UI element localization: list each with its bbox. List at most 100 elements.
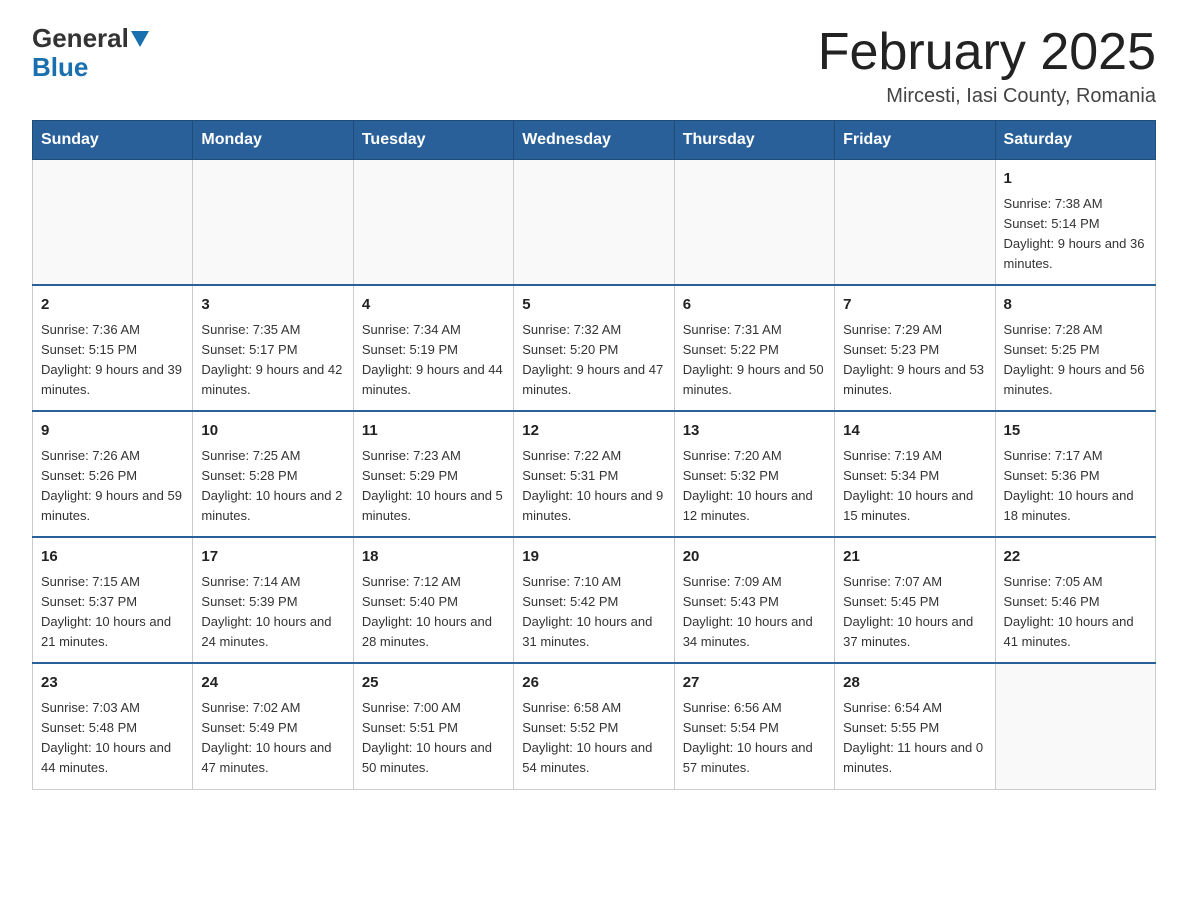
day-info: Sunrise: 7:23 AM Sunset: 5:29 PM Dayligh…	[362, 446, 505, 527]
day-number: 26	[522, 672, 665, 695]
logo-blue-text: Blue	[32, 52, 88, 82]
table-row	[674, 160, 834, 286]
table-row: 24Sunrise: 7:02 AM Sunset: 5:49 PM Dayli…	[193, 663, 353, 789]
day-info: Sunrise: 7:20 AM Sunset: 5:32 PM Dayligh…	[683, 446, 826, 527]
day-number: 17	[201, 546, 344, 569]
day-info: Sunrise: 7:38 AM Sunset: 5:14 PM Dayligh…	[1004, 194, 1147, 275]
header-thursday: Thursday	[674, 121, 834, 160]
day-info: Sunrise: 7:10 AM Sunset: 5:42 PM Dayligh…	[522, 572, 665, 653]
day-number: 23	[41, 672, 184, 695]
calendar-week-row: 23 Sunrise: 7:03 AM Sunset: 5:48 PM Dayli…	[33, 663, 1156, 789]
header-wednesday: Wednesday	[514, 121, 674, 160]
logo-triangle-icon	[129, 27, 151, 49]
table-row: 17 Sunrise: 7:14 AM Sunset: 5:39 PM Dayli…	[193, 537, 353, 663]
calendar-week-row: 16 Sunrise: 7:15 AM Sunset: 5:37 PM Dayli…	[33, 537, 1156, 663]
table-row: 21 Sunrise: 7:07 AM Sunset: 5:45 PM Dayli…	[835, 537, 995, 663]
table-row: 2 Sunrise: 7:36 AM Sunset: 5:15 PM Daylig…	[33, 285, 193, 411]
day-number: 19	[522, 546, 665, 569]
table-row: 8 Sunrise: 7:28 AM Sunset: 5:25 PM Daylig…	[995, 285, 1155, 411]
table-row: 16 Sunrise: 7:15 AM Sunset: 5:37 PM Dayli…	[33, 537, 193, 663]
logo: General Blue	[32, 24, 151, 81]
table-row: 4 Sunrise: 7:34 AM Sunset: 5:19 PM Daylig…	[353, 285, 513, 411]
day-info: Sunrise: 7:05 AM Sunset: 5:46 PM Dayligh…	[1004, 572, 1147, 653]
day-number: 9	[41, 420, 184, 443]
day-number: 14	[843, 420, 986, 443]
day-number: 16	[41, 546, 184, 569]
table-row: 28 Sunrise: 6:54 AM Sunset: 5:55 PM Dayli…	[835, 663, 995, 789]
day-number: 4	[362, 294, 505, 317]
table-row: 18Sunrise: 7:12 AM Sunset: 5:40 PM Dayli…	[353, 537, 513, 663]
day-info: Sunrise: 7:19 AM Sunset: 5:34 PM Dayligh…	[843, 446, 986, 527]
day-number: 12	[522, 420, 665, 443]
day-info: Sunrise: 7:31 AM Sunset: 5:22 PM Dayligh…	[683, 320, 826, 401]
day-number: 8	[1004, 294, 1147, 317]
title-area: February 2025 Mircesti, Iasi County, Rom…	[818, 24, 1156, 108]
month-title: February 2025	[818, 24, 1156, 81]
day-number: 28	[843, 672, 986, 695]
day-info: Sunrise: 7:36 AM Sunset: 5:15 PM Dayligh…	[41, 320, 184, 401]
day-number: 20	[683, 546, 826, 569]
day-number: 15	[1004, 420, 1147, 443]
calendar-week-row: 2 Sunrise: 7:36 AM Sunset: 5:15 PM Daylig…	[33, 285, 1156, 411]
table-row: 13 Sunrise: 7:20 AM Sunset: 5:32 PM Dayli…	[674, 411, 834, 537]
table-row: 5 Sunrise: 7:32 AM Sunset: 5:20 PM Daylig…	[514, 285, 674, 411]
table-row: 12 Sunrise: 7:22 AM Sunset: 5:31 PM Dayli…	[514, 411, 674, 537]
table-row	[995, 663, 1155, 789]
day-number: 18	[362, 546, 505, 569]
day-info: Sunrise: 6:58 AM Sunset: 5:52 PM Dayligh…	[522, 698, 665, 779]
table-row: 14 Sunrise: 7:19 AM Sunset: 5:34 PM Dayli…	[835, 411, 995, 537]
day-info: Sunrise: 7:34 AM Sunset: 5:19 PM Dayligh…	[362, 320, 505, 401]
logo-general-text: General	[32, 24, 129, 53]
day-info: Sunrise: 7:15 AM Sunset: 5:37 PM Dayligh…	[41, 572, 184, 653]
weekday-header-row: Sunday Monday Tuesday Wednesday Thursday…	[33, 121, 1156, 160]
table-row: 7 Sunrise: 7:29 AM Sunset: 5:23 PM Daylig…	[835, 285, 995, 411]
table-row: 3 Sunrise: 7:35 AM Sunset: 5:17 PM Daylig…	[193, 285, 353, 411]
header-sunday: Sunday	[33, 121, 193, 160]
day-info: Sunrise: 7:35 AM Sunset: 5:17 PM Dayligh…	[201, 320, 344, 401]
day-info: Sunrise: 7:09 AM Sunset: 5:43 PM Dayligh…	[683, 572, 826, 653]
day-info: Sunrise: 7:22 AM Sunset: 5:31 PM Dayligh…	[522, 446, 665, 527]
day-info: Sunrise: 7:26 AM Sunset: 5:26 PM Dayligh…	[41, 446, 184, 527]
table-row	[33, 160, 193, 286]
table-row: 22Sunrise: 7:05 AM Sunset: 5:46 PM Dayli…	[995, 537, 1155, 663]
day-info: Sunrise: 7:14 AM Sunset: 5:39 PM Dayligh…	[201, 572, 344, 653]
day-info: Sunrise: 7:07 AM Sunset: 5:45 PM Dayligh…	[843, 572, 986, 653]
header-monday: Monday	[193, 121, 353, 160]
day-number: 2	[41, 294, 184, 317]
day-number: 13	[683, 420, 826, 443]
table-row: 26 Sunrise: 6:58 AM Sunset: 5:52 PM Dayli…	[514, 663, 674, 789]
page-header: General Blue February 2025 Mircesti, Ias…	[32, 24, 1156, 108]
location-subtitle: Mircesti, Iasi County, Romania	[818, 85, 1156, 108]
table-row: 27Sunrise: 6:56 AM Sunset: 5:54 PM Dayli…	[674, 663, 834, 789]
table-row: 20 Sunrise: 7:09 AM Sunset: 5:43 PM Dayli…	[674, 537, 834, 663]
table-row: 9 Sunrise: 7:26 AM Sunset: 5:26 PM Daylig…	[33, 411, 193, 537]
table-row: 23 Sunrise: 7:03 AM Sunset: 5:48 PM Dayli…	[33, 663, 193, 789]
table-row: 6 Sunrise: 7:31 AM Sunset: 5:22 PM Daylig…	[674, 285, 834, 411]
day-info: Sunrise: 7:03 AM Sunset: 5:48 PM Dayligh…	[41, 698, 184, 779]
day-info: Sunrise: 7:29 AM Sunset: 5:23 PM Dayligh…	[843, 320, 986, 401]
table-row: 11 Sunrise: 7:23 AM Sunset: 5:29 PM Dayli…	[353, 411, 513, 537]
day-number: 1	[1004, 168, 1147, 191]
day-info: Sunrise: 6:54 AM Sunset: 5:55 PM Dayligh…	[843, 698, 986, 779]
table-row: 25Sunrise: 7:00 AM Sunset: 5:51 PM Dayli…	[353, 663, 513, 789]
table-row	[193, 160, 353, 286]
table-row	[353, 160, 513, 286]
day-info: Sunrise: 6:56 AM Sunset: 5:54 PM Dayligh…	[683, 698, 826, 779]
calendar-week-row: 9 Sunrise: 7:26 AM Sunset: 5:26 PM Daylig…	[33, 411, 1156, 537]
table-row	[514, 160, 674, 286]
header-saturday: Saturday	[995, 121, 1155, 160]
table-row: 15Sunrise: 7:17 AM Sunset: 5:36 PM Dayli…	[995, 411, 1155, 537]
day-number: 3	[201, 294, 344, 317]
day-number: 10	[201, 420, 344, 443]
day-number: 11	[362, 420, 505, 443]
day-number: 25	[362, 672, 505, 695]
header-tuesday: Tuesday	[353, 121, 513, 160]
day-number: 21	[843, 546, 986, 569]
day-info: Sunrise: 7:28 AM Sunset: 5:25 PM Dayligh…	[1004, 320, 1147, 401]
day-number: 5	[522, 294, 665, 317]
day-info: Sunrise: 7:32 AM Sunset: 5:20 PM Dayligh…	[522, 320, 665, 401]
day-number: 7	[843, 294, 986, 317]
header-friday: Friday	[835, 121, 995, 160]
day-number: 24	[201, 672, 344, 695]
day-number: 6	[683, 294, 826, 317]
